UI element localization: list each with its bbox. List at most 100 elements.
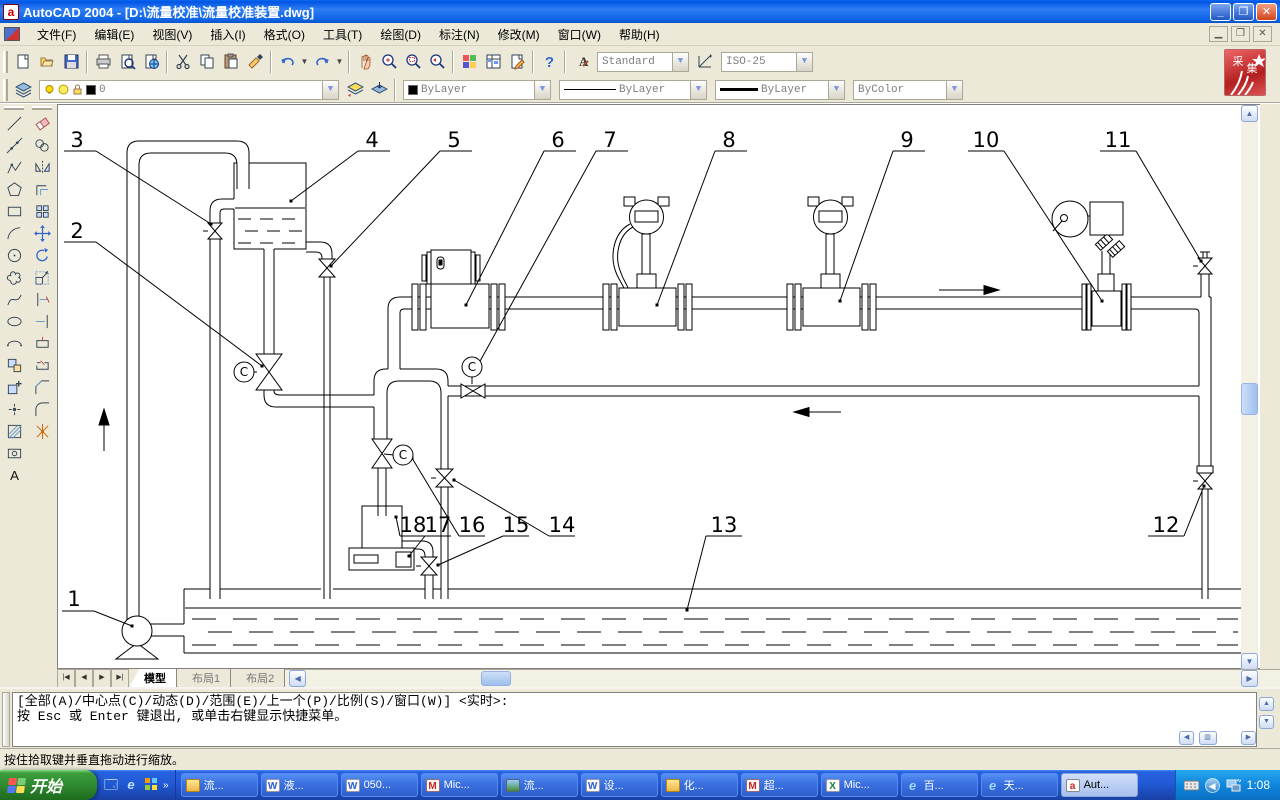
dim-style-icon[interactable]	[693, 50, 717, 73]
chevron-down-icon[interactable]: ▼	[334, 50, 345, 73]
copy-tool-button[interactable]	[29, 134, 55, 156]
text-style-combo[interactable]: Standard ▼	[597, 52, 689, 72]
drawing-canvas[interactable]: 1 2 3 4 5 6 7 8 9 10 11 12 13 14 15 16 1…	[57, 104, 1260, 669]
offset-tool-button[interactable]	[29, 178, 55, 200]
spline-tool-button[interactable]	[1, 288, 27, 310]
task-button[interactable]: W设...	[581, 773, 658, 797]
lineweight-combo[interactable]: ByLayer ▼	[715, 80, 845, 100]
multiline-text-tool-button[interactable]	[1, 464, 27, 486]
chevron-down-icon[interactable]: ▼	[672, 53, 688, 71]
scroll-right-icon[interactable]: ▶	[1241, 731, 1256, 745]
scroll-up-icon[interactable]: ▲	[1241, 105, 1258, 122]
markup-button[interactable]	[505, 50, 529, 73]
command-line[interactable]: [全部(A)/中心点(C)/动态(D)/范围(E)/上一个(P)/比例(S)/窗…	[12, 692, 1257, 747]
menu-item[interactable]: 格式(O)	[255, 23, 314, 46]
task-button[interactable]: W050...	[341, 773, 418, 797]
fillet-tool-button[interactable]	[29, 398, 55, 420]
command-vertical-scrollbar[interactable]: ▲ ▼	[1259, 697, 1274, 733]
menu-item[interactable]: 工具(T)	[314, 23, 371, 46]
tab-布局1[interactable]: 布局1	[177, 669, 231, 688]
preview-button[interactable]	[115, 50, 139, 73]
match-button[interactable]	[243, 50, 267, 73]
undo-button[interactable]	[275, 50, 299, 73]
doc-minimize-button[interactable]: ▁	[1209, 26, 1228, 42]
open-button[interactable]	[35, 50, 59, 73]
point-tool-button[interactable]	[1, 398, 27, 420]
redo-button[interactable]	[310, 50, 334, 73]
make-block-tool-button[interactable]	[1, 376, 27, 398]
line-tool-button[interactable]	[1, 112, 27, 134]
tab-布局2[interactable]: 布局2	[231, 669, 285, 688]
minimize-button[interactable]: _	[1210, 3, 1231, 21]
print-button[interactable]	[91, 50, 115, 73]
chevron-down-icon[interactable]: ▼	[322, 81, 338, 99]
layers-icon[interactable]	[11, 78, 35, 101]
erase-tool-button[interactable]	[29, 112, 55, 134]
chevron-more-icon[interactable]: »	[163, 780, 169, 791]
toolbar-grip[interactable]	[4, 106, 24, 110]
pan-button[interactable]	[353, 50, 377, 73]
scale-tool-button[interactable]	[29, 266, 55, 288]
doc-restore-button[interactable]: ❐	[1231, 26, 1250, 42]
make-layer-current-icon[interactable]	[367, 78, 391, 101]
linetype-combo[interactable]: ByLayer ▼	[559, 80, 707, 100]
mirror-tool-button[interactable]	[29, 156, 55, 178]
copy-clip-button[interactable]	[195, 50, 219, 73]
canvas-horizontal-scrollbar[interactable]: ◀ ▶	[285, 669, 1280, 688]
construction-line-tool-button[interactable]	[1, 134, 27, 156]
layer-previous-icon[interactable]	[343, 78, 367, 101]
zoom-prev-button[interactable]	[425, 50, 449, 73]
move-tool-button[interactable]	[29, 222, 55, 244]
first-tab-button[interactable]: |◀	[57, 669, 75, 688]
task-button[interactable]: 流...	[181, 773, 258, 797]
menu-item[interactable]: 修改(M)	[489, 23, 549, 46]
start-button[interactable]: 开始	[0, 770, 97, 800]
doc-close-button[interactable]: ✕	[1253, 26, 1272, 42]
chevron-down-icon[interactable]: ▼	[828, 81, 844, 99]
document-icon[interactable]	[4, 27, 20, 41]
scrollbar-thumb[interactable]	[481, 671, 511, 686]
restore-button[interactable]: ❐	[1233, 3, 1254, 21]
menu-item[interactable]: 插入(I)	[201, 23, 254, 46]
help-button[interactable]	[537, 50, 561, 73]
show-desktop-icon[interactable]: 🗔	[103, 777, 119, 793]
polyline-tool-button[interactable]	[1, 156, 27, 178]
toolbar-grip[interactable]	[3, 51, 8, 73]
scroll-down-icon[interactable]: ▼	[1241, 653, 1258, 670]
layer-color-swatch[interactable]	[86, 85, 96, 95]
task-button[interactable]: MMic...	[421, 773, 498, 797]
task-button[interactable]: e百...	[901, 773, 978, 797]
trim-tool-button[interactable]	[29, 288, 55, 310]
rectangle-tool-button[interactable]	[1, 200, 27, 222]
task-button[interactable]: 流...	[501, 773, 578, 797]
paste-button[interactable]	[219, 50, 243, 73]
explode-tool-button[interactable]	[29, 420, 55, 442]
scroll-left-icon[interactable]: ◀	[289, 670, 306, 687]
menu-item[interactable]: 窗口(W)	[549, 23, 610, 46]
hatch-tool-button[interactable]	[1, 420, 27, 442]
publish-button[interactable]	[139, 50, 163, 73]
media-player-icon[interactable]	[143, 777, 159, 793]
plot-style-combo[interactable]: ByColor ▼	[853, 80, 963, 100]
chevron-down-icon[interactable]: ▼	[690, 81, 706, 99]
chevron-down-icon[interactable]: ▼	[534, 81, 550, 99]
zoom-rt-button[interactable]	[377, 50, 401, 73]
task-button[interactable]: M超...	[741, 773, 818, 797]
scrollbar-thumb[interactable]: ▥	[1199, 731, 1217, 745]
task-button[interactable]: XMic...	[821, 773, 898, 797]
hide-icons-chevron[interactable]: ◀	[1205, 778, 1220, 793]
dcenter-button[interactable]	[481, 50, 505, 73]
menu-item[interactable]: 帮助(H)	[610, 23, 669, 46]
text-style-icon[interactable]: A	[569, 50, 593, 73]
tab-模型[interactable]: 模型	[129, 669, 177, 688]
task-button[interactable]: e天...	[981, 773, 1058, 797]
toolbar-grip[interactable]	[32, 106, 52, 110]
scroll-right-icon[interactable]: ▶	[1241, 670, 1258, 687]
ellipse-arc-tool-button[interactable]	[1, 332, 27, 354]
last-tab-button[interactable]: ▶|	[111, 669, 129, 688]
layer-on-icon[interactable]	[44, 84, 55, 95]
revision-cloud-tool-button[interactable]	[1, 266, 27, 288]
scroll-up-icon[interactable]: ▲	[1259, 697, 1274, 711]
layer-lock-icon[interactable]	[72, 84, 83, 95]
task-button[interactable]: W液...	[261, 773, 338, 797]
